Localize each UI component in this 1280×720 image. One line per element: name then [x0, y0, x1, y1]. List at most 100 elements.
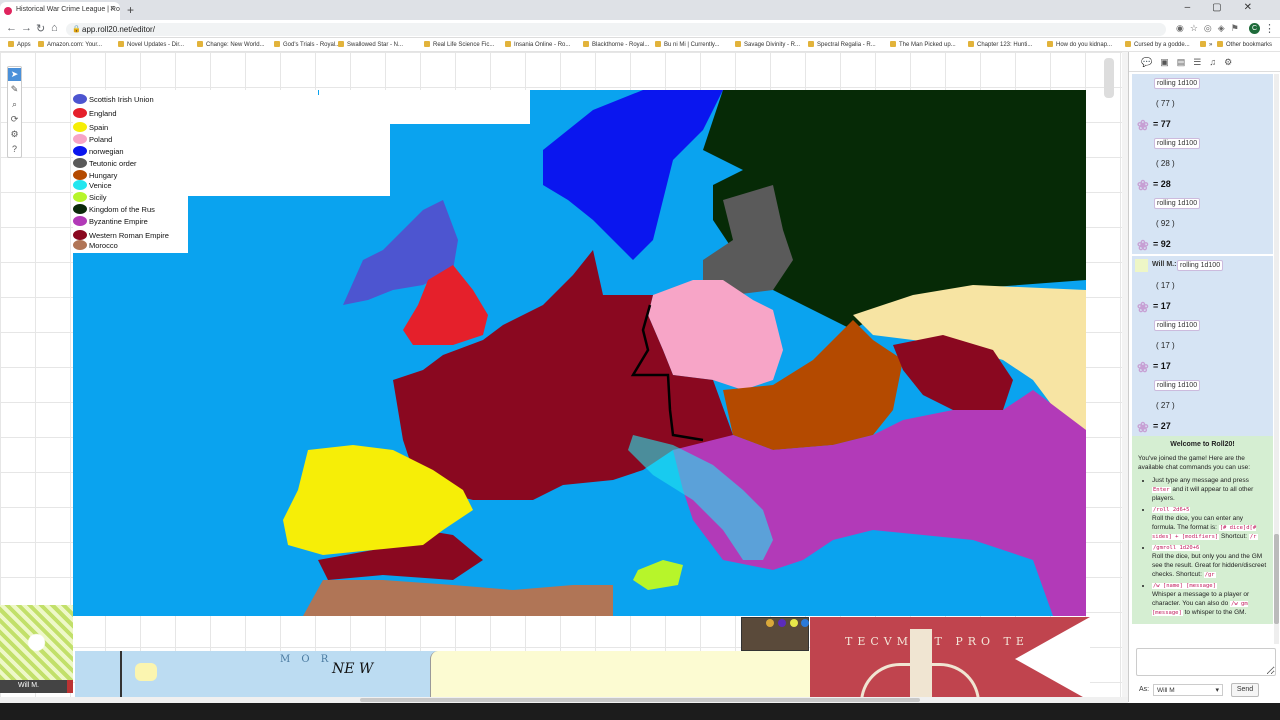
legend-swatch — [73, 146, 87, 156]
new-tab-button[interactable]: + — [127, 3, 134, 17]
chat-sender-name: Will M.: — [1152, 261, 1177, 268]
reload-icon[interactable]: ↻ — [36, 22, 45, 35]
welcome-command-item: Just type any message and press Enter an… — [1152, 477, 1267, 503]
zoom-slider[interactable] — [1104, 58, 1114, 98]
send-button[interactable]: Send — [1231, 683, 1259, 697]
roll-command-row: rolling 1d100 — [1132, 134, 1273, 154]
bookmark-item[interactable]: Bu ni Mi | Currently... — [655, 41, 719, 48]
token-blue[interactable] — [801, 619, 809, 627]
roll-formula: ( 92 ) — [1156, 219, 1175, 228]
roll-command-row: Will M.: rolling 1d100 — [1132, 256, 1273, 276]
help-tool-icon[interactable]: ? — [8, 143, 21, 156]
bookmark-item[interactable]: Apps — [8, 41, 31, 48]
welcome-title: Welcome to Roll20! — [1170, 441, 1235, 448]
profile-avatar[interactable]: C — [1249, 23, 1260, 34]
forward-icon[interactable]: → — [21, 22, 32, 34]
draw-tool-icon[interactable]: ✎ — [8, 83, 21, 96]
speak-as-select[interactable]: Will M — [1153, 684, 1223, 696]
jukebox-icon[interactable]: ♫ — [1209, 57, 1224, 67]
roll-formula-row: ( 77 ) — [1132, 94, 1273, 114]
legend-swatch — [73, 180, 87, 190]
sidebar-tabs[interactable]: 💬▣▤☰♫⚙ — [1129, 52, 1280, 72]
tab-close-icon[interactable]: × — [110, 4, 115, 13]
chat-icon[interactable]: 💬 — [1141, 57, 1160, 67]
bookmark-item[interactable]: Swallowed Star - N... — [338, 41, 403, 48]
token-gold[interactable] — [766, 619, 774, 627]
bookmark-item[interactable]: Insania Online - Ro... — [505, 41, 570, 48]
roll-command-row: rolling 1d100 — [1132, 376, 1273, 396]
lock-icon: 🔒 — [72, 26, 81, 33]
hscroll-thumb[interactable] — [360, 698, 920, 702]
minimap-script: NE W — [332, 661, 374, 677]
welcome-command-item: /roll 2d6+5 Roll the dice, you can enter… — [1152, 506, 1267, 541]
bookmark-item[interactable]: Real Life Science Fic... — [424, 41, 494, 48]
bookmark-item[interactable]: God's Trials - Royal... — [274, 41, 340, 48]
back-icon[interactable]: ← — [6, 22, 17, 34]
bookmark-item[interactable]: Novel Updates - Dir... — [118, 41, 184, 48]
home-icon[interactable]: ⌂ — [51, 22, 58, 34]
roll-total: = 92 — [1153, 239, 1171, 249]
roll-formula: ( 77 ) — [1156, 99, 1175, 108]
player-color — [67, 680, 73, 693]
compendium-icon[interactable]: ☰ — [1193, 57, 1209, 67]
roll-command: rolling 1d100 — [1177, 260, 1224, 271]
roll-total: = 27 — [1153, 421, 1171, 431]
roll-result-row: ❀ = 17 — [1132, 296, 1273, 316]
other-bookmarks[interactable]: Other bookmarks — [1217, 41, 1272, 48]
legend-swatch — [73, 158, 87, 168]
roll-total: = 17 — [1153, 301, 1171, 311]
roll-command: rolling 1d100 — [1154, 138, 1201, 149]
zoom-tool-icon[interactable]: ⌕ — [8, 98, 21, 111]
browser-tab[interactable]: Historical War Crime League | Ro — [0, 2, 120, 20]
handout-card[interactable] — [450, 651, 810, 697]
heraldic-banner[interactable]: TECVM ET PRO TE — [810, 617, 1090, 702]
bookmark-item[interactable]: Cursed by a godde... — [1125, 41, 1190, 48]
legend-swatch — [73, 134, 87, 144]
minimap-line — [120, 651, 122, 697]
settings-icon[interactable]: ⚙ — [1224, 57, 1240, 67]
command-code: /w [name] [message] — [1152, 583, 1217, 590]
legend-swatch — [73, 122, 87, 132]
bookmarks-more-icon[interactable]: » — [1200, 41, 1212, 48]
chat-scroll-thumb[interactable] — [1274, 534, 1279, 624]
chat-log[interactable]: rolling 1d100 ( 77 ) ❀ = 77 rolling 1d100 ( 2… — [1132, 74, 1273, 644]
token-tray[interactable] — [741, 617, 809, 651]
roll-command-row: rolling 1d100 — [1132, 194, 1273, 214]
window-controls[interactable]: –▢✕ — [1185, 2, 1274, 13]
legend-label: Teutonic order — [89, 159, 137, 168]
fog-tool-icon[interactable]: ⚙ — [8, 128, 21, 141]
bookmark-item[interactable]: Spectral Regalia - R... — [808, 41, 876, 48]
bookmark-item[interactable]: Change: New World... — [197, 41, 265, 48]
legend-item: Spain — [73, 122, 108, 134]
url-field[interactable]: 🔒 app.roll20.net/editor/ — [66, 23, 1166, 36]
legend-label: Venice — [89, 181, 112, 190]
menu-icon[interactable]: ⋮ — [1264, 22, 1275, 35]
bookmark-item[interactable]: Amazon.com: Your... — [38, 41, 102, 48]
dice-icon: ❀ — [1137, 419, 1149, 435]
roll-formula-row: ( 27 ) — [1132, 396, 1273, 416]
europe-map[interactable] — [73, 90, 1086, 616]
roll-result-row: ❀ = 92 — [1132, 234, 1273, 254]
bookmark-item[interactable]: How do you kidnap... — [1047, 41, 1112, 48]
bookmark-item[interactable]: Blackthorne - Royal... — [583, 41, 649, 48]
token-yellow[interactable] — [790, 619, 798, 627]
token-purple[interactable] — [778, 619, 786, 627]
bookmark-item[interactable]: Savage Divinity - R... — [735, 41, 800, 48]
legend-label: Hungary — [89, 171, 118, 180]
journal-icon[interactable]: ▤ — [1177, 57, 1194, 67]
chat-input[interactable] — [1136, 648, 1276, 676]
player-emblem — [0, 605, 73, 680]
player-nameplate[interactable]: Will M. — [0, 680, 73, 693]
extension-icons[interactable]: ◉☆◎◈⚑ — [1176, 23, 1245, 34]
roll20-favicon-icon — [4, 7, 12, 15]
roll-formula-row: ( 17 ) — [1132, 276, 1273, 296]
bookmark-item[interactable]: Chapter 123: Hunti... — [968, 41, 1032, 48]
bookmark-item[interactable]: The Man Picked up... — [890, 41, 956, 48]
art-icon[interactable]: ▣ — [1160, 57, 1177, 67]
minimap-token[interactable]: M O R NE W — [75, 651, 450, 697]
measure-tool-icon[interactable]: ⟳ — [8, 113, 21, 126]
welcome-command-item: /w [name] [message] Whisper a message to… — [1152, 582, 1267, 617]
chat-scrollbar[interactable] — [1274, 74, 1279, 644]
select-tool-icon[interactable]: ➤ — [8, 68, 21, 81]
speak-as-label: As: — [1139, 686, 1150, 693]
